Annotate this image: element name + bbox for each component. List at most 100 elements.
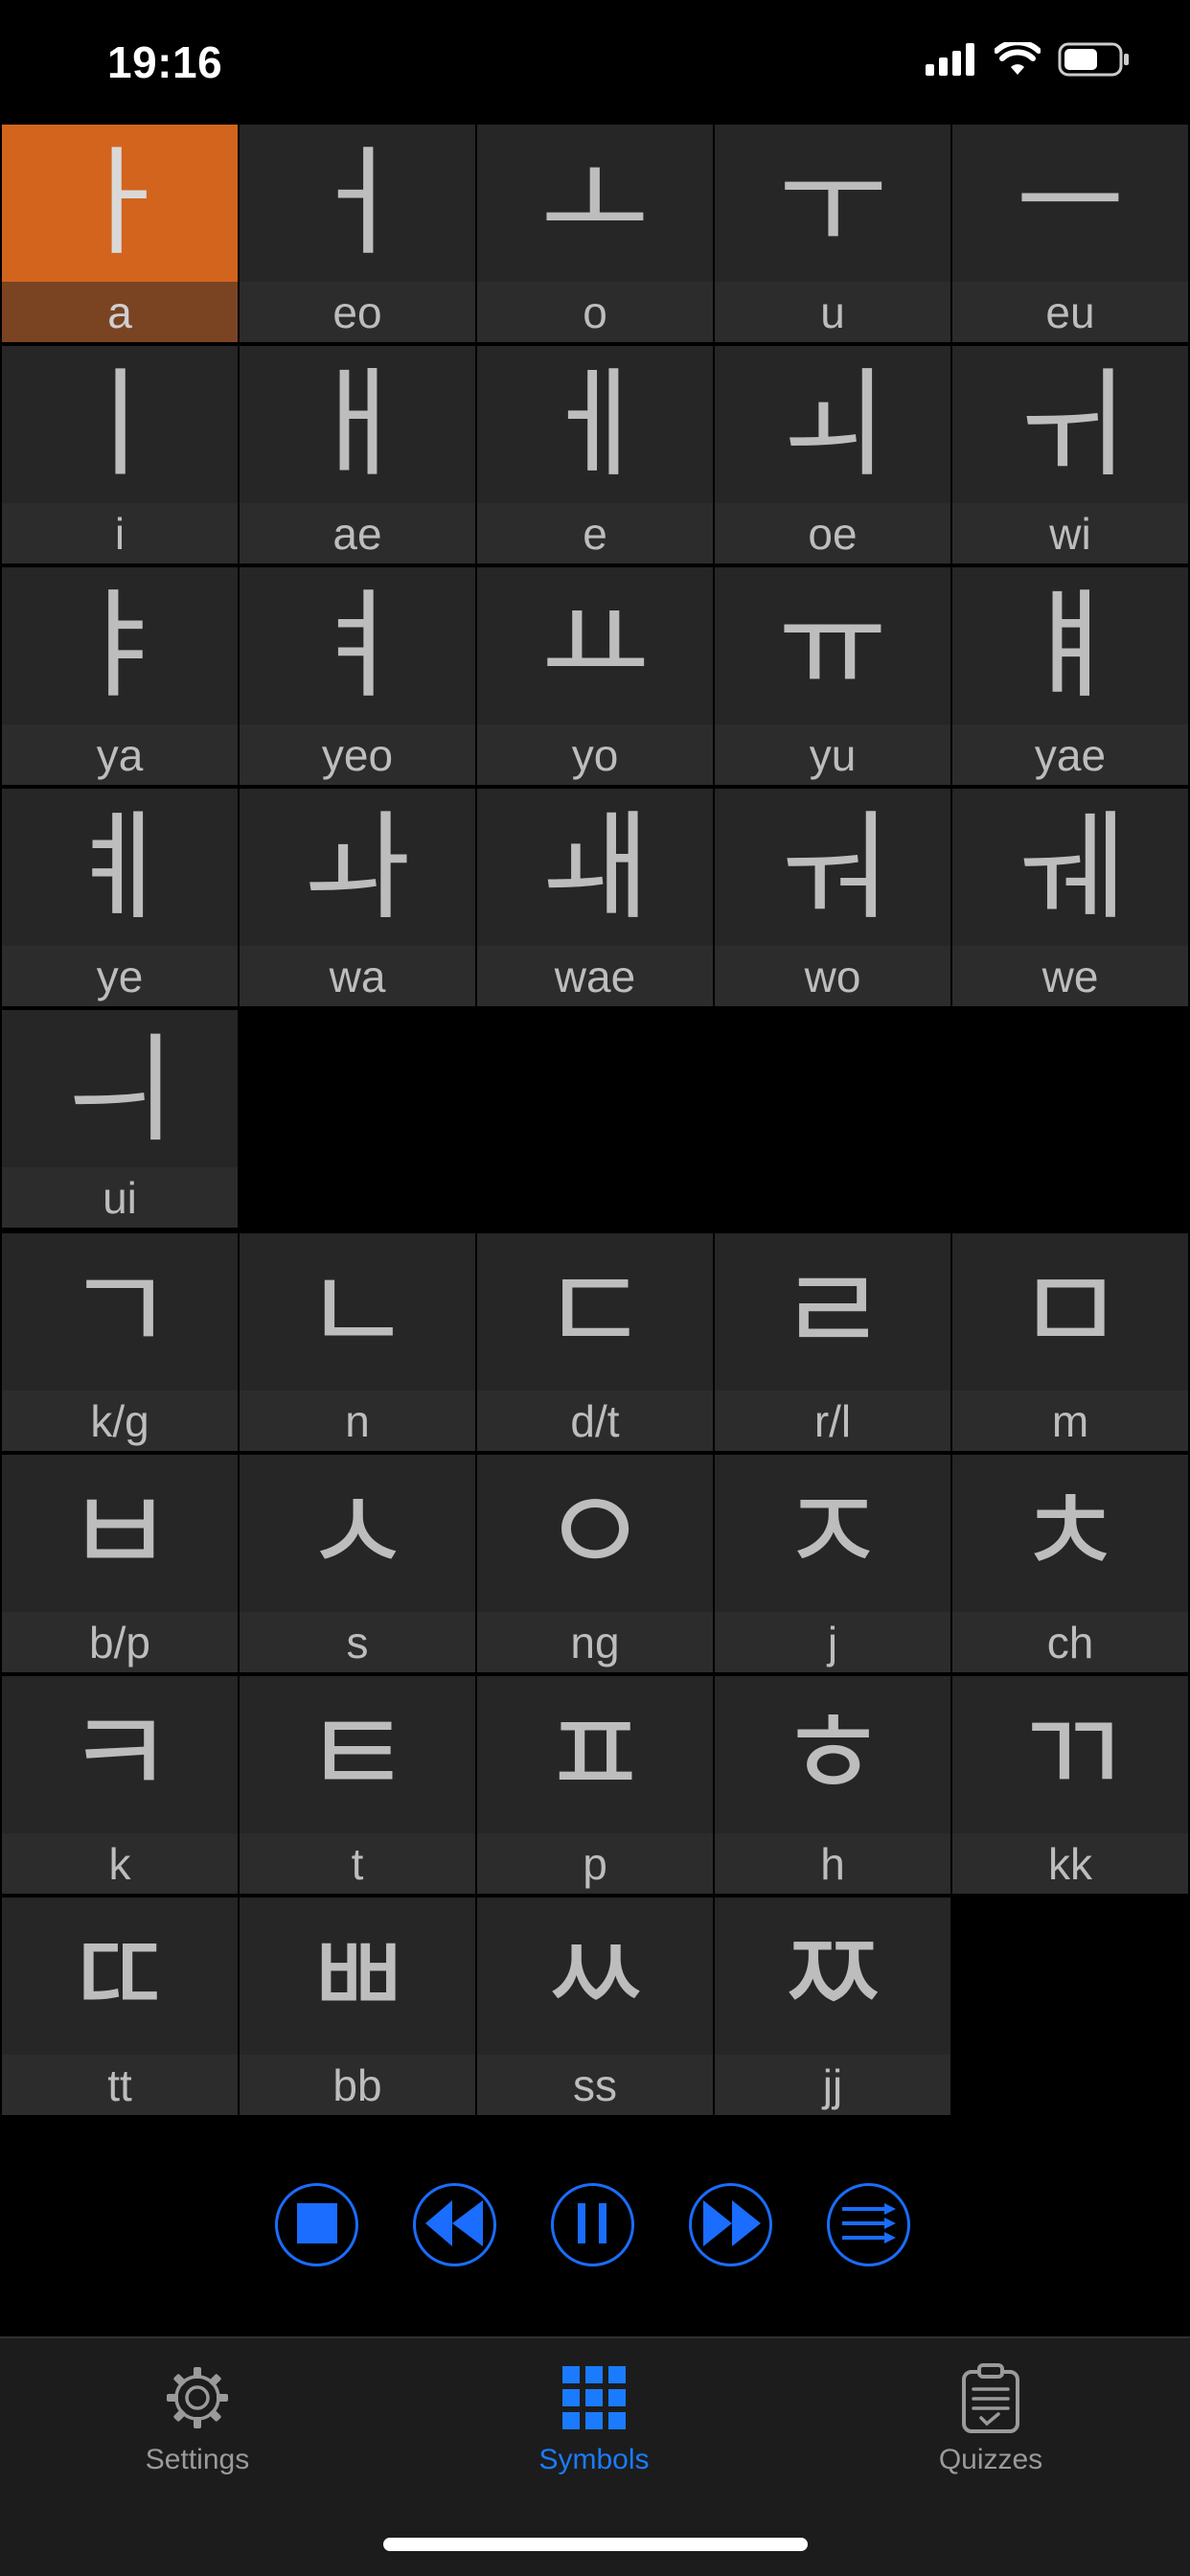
symbol-cell-e[interactable]: ㅔe bbox=[477, 346, 713, 564]
status-time: 19:16 bbox=[107, 37, 223, 87]
symbol-romanization: jj bbox=[715, 2055, 950, 2115]
symbol-cell-s[interactable]: ㅅs bbox=[240, 1455, 475, 1672]
symbol-cell-k[interactable]: ㅋk bbox=[2, 1676, 238, 1894]
gear-icon bbox=[159, 2359, 236, 2436]
symbol-cell-jj[interactable]: ㅉ jj bbox=[715, 1898, 950, 2115]
symbol-romanization: ui bbox=[2, 1167, 238, 1228]
symbol-glyph: ㅞ bbox=[952, 789, 1188, 946]
symbol-romanization: ya bbox=[2, 724, 238, 785]
symbol-cell-a[interactable]: ㅏa bbox=[2, 125, 238, 342]
symbol-romanization: wae bbox=[477, 946, 713, 1006]
symbol-cell-tt[interactable]: ㄸ tt bbox=[2, 1898, 238, 2115]
symbol-romanization: eu bbox=[952, 282, 1188, 342]
symbol-romanization: k bbox=[2, 1833, 238, 1894]
tab-quizzes[interactable]: Quizzes bbox=[866, 2359, 1115, 2494]
symbol-glyph: ㅔ bbox=[477, 346, 713, 503]
clipboard-check-icon bbox=[952, 2359, 1029, 2436]
symbol-cell-j[interactable]: ㅈj bbox=[715, 1455, 950, 1672]
home-indicator bbox=[383, 2538, 808, 2551]
wifi-icon bbox=[994, 39, 1041, 80]
symbol-glyph: ㅐ bbox=[240, 346, 475, 503]
symbol-glyph: ㅣ bbox=[2, 346, 238, 503]
symbol-glyph: ㅡ bbox=[952, 125, 1188, 282]
symbol-romanization: tt bbox=[2, 2055, 238, 2115]
symbol-glyph: ㅒ bbox=[952, 567, 1188, 724]
consonant-grid: ㄱ k/g ㄴ n ㄷ d/t ㄹ r/l ㅁ m ㅂ b/p ㅅ s ㅇ ng ㅈ j ㅊ ch ㅋ k ㅌ t ㅍ p ㅎ h ㄲ k… bbox=[0, 1233, 1188, 2115]
symbol-glyph: ㄲ bbox=[952, 1676, 1188, 1833]
symbol-glyph: ㅃ bbox=[240, 1898, 475, 2055]
next-button[interactable] bbox=[689, 2183, 772, 2266]
symbol-glyph: ㅍ bbox=[477, 1676, 713, 1833]
symbol-romanization: j bbox=[715, 1612, 950, 1672]
symbol-glyph: ㅌ bbox=[240, 1676, 475, 1833]
symbol-cell-yo[interactable]: ㅛ yo bbox=[477, 567, 713, 785]
symbol-romanization: ss bbox=[477, 2055, 713, 2115]
symbol-cell-ya[interactable]: ㅑ ya bbox=[2, 567, 238, 785]
symbol-romanization: ch bbox=[952, 1612, 1188, 1672]
symbol-romanization: yae bbox=[952, 724, 1188, 785]
symbol-cell-ss[interactable]: ㅆ ss bbox=[477, 1898, 713, 2115]
symbol-cell-ng[interactable]: ㅇ ng bbox=[477, 1455, 713, 1672]
symbol-cell-yu[interactable]: ㅠ yu bbox=[715, 567, 950, 785]
symbol-cell-ye[interactable]: ㅖ ye bbox=[2, 789, 238, 1006]
symbol-romanization: u bbox=[715, 282, 950, 342]
pause-button[interactable] bbox=[551, 2183, 634, 2266]
symbol-cell-ui[interactable]: ㅢ ui bbox=[2, 1010, 238, 1228]
symbol-romanization: ng bbox=[477, 1612, 713, 1672]
symbol-cell-wae[interactable]: ㅙ wae bbox=[477, 789, 713, 1006]
symbol-cell-bb[interactable]: ㅃ bb bbox=[240, 1898, 475, 2115]
playback-controls bbox=[275, 2183, 910, 2266]
symbol-cell-h[interactable]: ㅎh bbox=[715, 1676, 950, 1894]
symbol-cell-wa[interactable]: ㅘ wa bbox=[240, 789, 475, 1006]
symbol-cell-kk[interactable]: ㄲ kk bbox=[952, 1676, 1188, 1894]
symbol-glyph: ㅝ bbox=[715, 789, 950, 946]
symbol-cell-i[interactable]: ㅣi bbox=[2, 346, 238, 564]
symbol-romanization: wi bbox=[952, 503, 1188, 564]
grid-icon bbox=[556, 2359, 632, 2436]
symbol-cell-yae[interactable]: ㅒ yae bbox=[952, 567, 1188, 785]
symbol-cell-wi[interactable]: ㅟ wi bbox=[952, 346, 1188, 564]
symbol-romanization: a bbox=[2, 282, 238, 342]
sequence-button[interactable] bbox=[827, 2183, 910, 2266]
symbol-glyph: ㅟ bbox=[952, 346, 1188, 503]
symbol-cell-we[interactable]: ㅞ we bbox=[952, 789, 1188, 1006]
symbol-cell-k-g[interactable]: ㄱ k/g bbox=[2, 1233, 238, 1451]
status-icons bbox=[926, 39, 1131, 80]
symbol-glyph: ㅉ bbox=[715, 1898, 950, 2055]
symbol-romanization: i bbox=[2, 503, 238, 564]
symbol-glyph: ㅊ bbox=[952, 1455, 1188, 1612]
symbol-cell-oe[interactable]: ㅚ oe bbox=[715, 346, 950, 564]
symbol-cell-t[interactable]: ㅌt bbox=[240, 1676, 475, 1894]
symbol-cell-ch[interactable]: ㅊ ch bbox=[952, 1455, 1188, 1672]
symbol-romanization: ae bbox=[240, 503, 475, 564]
symbol-cell-eu[interactable]: ㅡ eu bbox=[952, 125, 1188, 342]
symbol-cell-wo[interactable]: ㅝ wo bbox=[715, 789, 950, 1006]
symbol-glyph: ㄸ bbox=[2, 1898, 238, 2055]
symbol-cell-d-t[interactable]: ㄷ d/t bbox=[477, 1233, 713, 1451]
symbol-cell-ae[interactable]: ㅐ ae bbox=[240, 346, 475, 564]
symbol-glyph: ㄷ bbox=[477, 1233, 713, 1391]
tab-settings-label: Settings bbox=[145, 2444, 250, 2475]
stop-button[interactable] bbox=[275, 2183, 358, 2266]
symbol-glyph: ㅖ bbox=[2, 789, 238, 946]
symbol-cell-m[interactable]: ㅁm bbox=[952, 1233, 1188, 1451]
symbol-cell-b-p[interactable]: ㅂ b/p bbox=[2, 1455, 238, 1672]
symbol-glyph: ㅆ bbox=[477, 1898, 713, 2055]
symbol-cell-p[interactable]: ㅍp bbox=[477, 1676, 713, 1894]
symbol-cell-yeo[interactable]: ㅕ yeo bbox=[240, 567, 475, 785]
symbol-cell-r-l[interactable]: ㄹ r/l bbox=[715, 1233, 950, 1451]
symbol-romanization: we bbox=[952, 946, 1188, 1006]
symbol-cell-eo[interactable]: ㅓ eo bbox=[240, 125, 475, 342]
symbol-glyph: ㄴ bbox=[240, 1233, 475, 1391]
tab-quizzes-label: Quizzes bbox=[938, 2444, 1043, 2475]
symbol-cell-u[interactable]: ㅜu bbox=[715, 125, 950, 342]
symbol-glyph: ㅏ bbox=[2, 125, 238, 282]
tab-settings[interactable]: Settings bbox=[73, 2359, 322, 2494]
symbol-glyph: ㅁ bbox=[952, 1233, 1188, 1391]
previous-button[interactable] bbox=[413, 2183, 496, 2266]
tab-symbols[interactable]: Symbols bbox=[469, 2359, 719, 2494]
symbol-cell-n[interactable]: ㄴn bbox=[240, 1233, 475, 1451]
symbol-cell-o[interactable]: ㅗo bbox=[477, 125, 713, 342]
symbol-glyph: ㅈ bbox=[715, 1455, 950, 1612]
symbol-romanization: d/t bbox=[477, 1391, 713, 1451]
